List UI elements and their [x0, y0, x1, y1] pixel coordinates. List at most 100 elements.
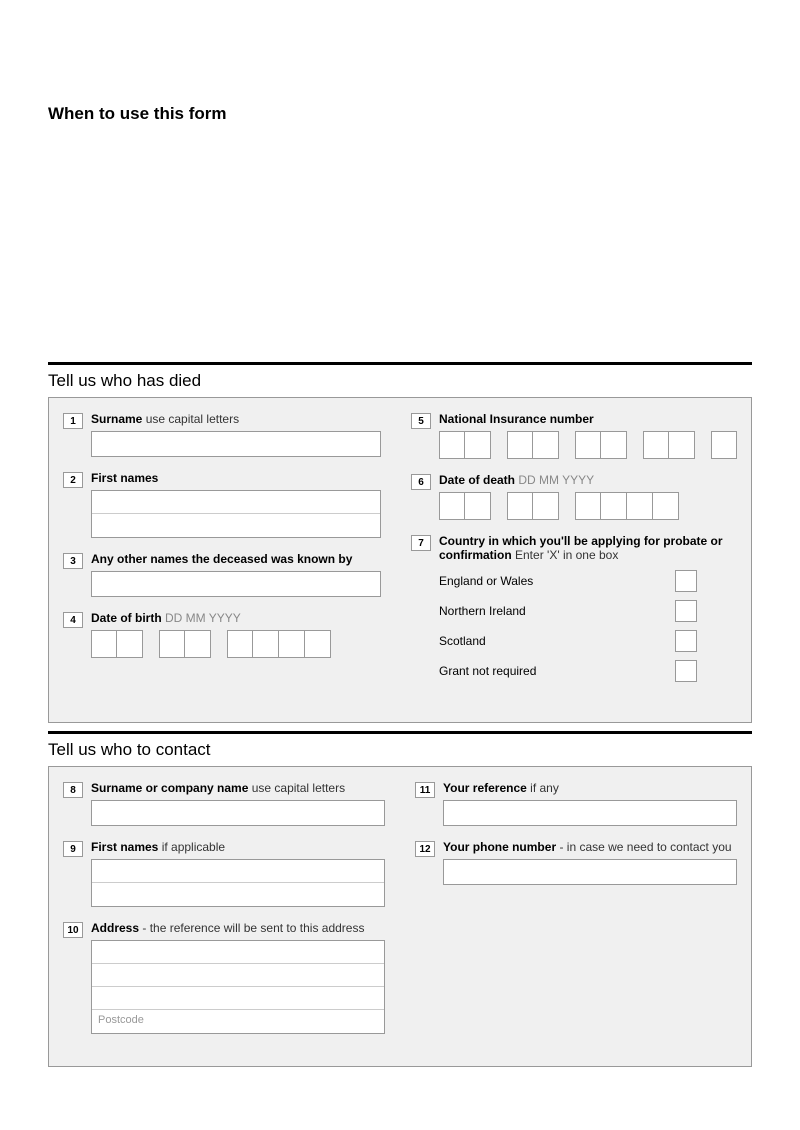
postcode-placeholder: Postcode — [92, 1010, 384, 1033]
field-phone: 12 Your phone number - in case we need t… — [437, 840, 737, 885]
field-contact-address: 10 Address - the reference will be sent … — [85, 921, 385, 1034]
checkbox-grant[interactable] — [675, 660, 697, 682]
where-p3: HM Revenue and Customs — [415, 283, 752, 299]
field-othernames: 3 Any other names the deceased was known… — [85, 552, 381, 597]
field-number: 6 — [411, 474, 431, 490]
intro-p3: You must fill in all the details we ask … — [48, 213, 385, 262]
field-number: 9 — [63, 841, 83, 857]
field-number: 2 — [63, 472, 83, 488]
field-nino: 5 National Insurance number — [433, 412, 737, 459]
c-surname-label: Surname or company name — [91, 781, 248, 795]
footer: IHT422 Substitute (LexisNexis) Page 1 HM… — [48, 1081, 752, 1095]
dob-hint: DD MM YYYY — [162, 611, 241, 625]
field-number: 12 — [415, 841, 435, 857]
field-number: 4 — [63, 612, 83, 628]
c-addr-label: Address — [91, 921, 139, 935]
page-title: Application for an Inheritance Tax refer… — [424, 40, 752, 60]
field-number: 5 — [411, 413, 431, 429]
phone-hint: - in case we need to contact you — [556, 840, 731, 854]
field-number: 10 — [63, 922, 83, 938]
logo: HM Revenue & Customs — [48, 40, 150, 78]
checkbox-england[interactable] — [675, 570, 697, 592]
help-p2: If you're calling from outside of the UK… — [415, 170, 752, 202]
dod-label: Date of death — [439, 473, 515, 487]
nino-label: National Insurance number — [439, 412, 594, 426]
othernames-input[interactable] — [91, 571, 381, 597]
section2-title: Tell us who to contact — [48, 740, 752, 760]
section1-title: Tell us who has died — [48, 371, 752, 391]
intro-p2: You'll need to apply for the reference n… — [48, 172, 385, 204]
country-option-ni: Northern Ireland — [439, 600, 737, 622]
title-block: Application for an Inheritance Tax refer… — [424, 40, 752, 78]
checkbox-ni[interactable] — [675, 600, 697, 622]
field-number: 7 — [411, 535, 431, 551]
field-number: 1 — [63, 413, 83, 429]
checkbox-scotland[interactable] — [675, 630, 697, 652]
field-firstnames: 2 First names — [85, 471, 381, 538]
othernames-label: Any other names the deceased was known b… — [91, 552, 352, 566]
field-dob: 4 Date of birth DD MM YYYY — [85, 611, 381, 658]
c-first-label: First names — [91, 840, 158, 854]
field-surname: 1 Surname use capital letters — [85, 412, 381, 457]
logo-line2: & Customs — [48, 59, 150, 78]
intro-left: When to use this form Fill in this form … — [48, 103, 385, 342]
country-hint: Enter 'X' in one box — [512, 548, 619, 562]
field-your-ref: 11 Your reference if any — [437, 781, 737, 826]
where-p2: Inheritance Tax — [415, 258, 752, 274]
intro-section: When to use this form Fill in this form … — [48, 103, 752, 342]
ref-input[interactable] — [443, 800, 737, 826]
country-option-grant: Grant not required — [439, 660, 737, 682]
ref-hint: if any — [527, 781, 559, 795]
intro-p1: Fill in this form if there's any Inherit… — [48, 132, 385, 164]
divider — [48, 362, 752, 365]
c-surname-input[interactable] — [91, 800, 385, 826]
c-first-hint: if applicable — [158, 840, 225, 854]
dod-hint: DD MM YYYY — [515, 473, 594, 487]
country-option-england: England or Wales — [439, 570, 737, 592]
phone-label: Your phone number — [443, 840, 556, 854]
country-option-scotland: Scotland — [439, 630, 737, 652]
help-p1: For more information, go to www.gov.uk/i… — [415, 129, 752, 161]
surname-label: Surname — [91, 412, 142, 426]
dob-label: Date of birth — [91, 611, 162, 625]
field-number: 8 — [63, 782, 83, 798]
where-p4: BX9 1HT — [415, 307, 752, 323]
where-p1: Please send the completed form to: — [415, 234, 752, 250]
header: HM Revenue & Customs Application for an … — [48, 40, 752, 78]
intro-right: If you need help For more information, g… — [415, 103, 752, 342]
section1-panel: 1 Surname use capital letters 2 First na… — [48, 397, 752, 723]
c-surname-hint: use capital letters — [248, 781, 345, 795]
dod-input[interactable] — [439, 492, 737, 520]
ref-label: Your reference — [443, 781, 527, 795]
page-subtitle: Schedule IHT422 — [424, 62, 752, 78]
logo-line1: HM Revenue — [48, 40, 150, 59]
surname-input[interactable] — [91, 431, 381, 457]
c-addr-hint: - the reference will be sent to this add… — [139, 921, 364, 935]
field-number: 11 — [415, 782, 435, 798]
dob-input[interactable] — [91, 630, 381, 658]
section2-panel: 8 Surname or company name use capital le… — [48, 766, 752, 1067]
field-contact-firstnames: 9 First names if applicable — [85, 840, 385, 907]
field-dod: 6 Date of death DD MM YYYY — [433, 473, 737, 520]
when-to-use-heading: When to use this form — [48, 103, 385, 126]
opt-label: Northern Ireland — [439, 604, 526, 618]
nino-input[interactable] — [439, 431, 737, 459]
intro-p4: We collect particular data about the dec… — [48, 269, 385, 334]
help-heading: If you need help — [415, 105, 752, 121]
footer-left: IHT422 Substitute (LexisNexis) Page 1 — [48, 1081, 255, 1095]
phone-input[interactable] — [443, 859, 737, 885]
field-number: 3 — [63, 553, 83, 569]
surname-hint: use capital letters — [142, 412, 239, 426]
where-heading: Where to send this form — [415, 210, 752, 226]
firstnames-input[interactable] — [91, 490, 381, 538]
opt-label: Grant not required — [439, 664, 536, 678]
divider — [48, 731, 752, 734]
opt-label: Scotland — [439, 634, 486, 648]
opt-label: England or Wales — [439, 574, 533, 588]
c-addr-input[interactable]: Postcode — [91, 940, 385, 1034]
footer-right: HMRC 10/21 — [683, 1081, 752, 1095]
field-contact-surname: 8 Surname or company name use capital le… — [85, 781, 385, 826]
field-country: 7 Country in which you'll be applying fo… — [433, 534, 737, 690]
firstnames-label: First names — [91, 471, 158, 485]
c-first-input[interactable] — [91, 859, 385, 907]
